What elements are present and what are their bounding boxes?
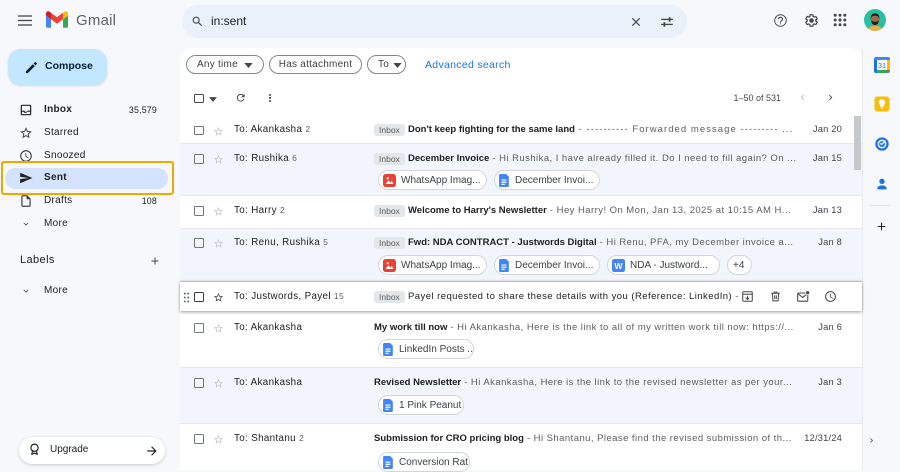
svg-text:W: W <box>614 260 623 270</box>
svg-text:31: 31 <box>878 61 886 70</box>
